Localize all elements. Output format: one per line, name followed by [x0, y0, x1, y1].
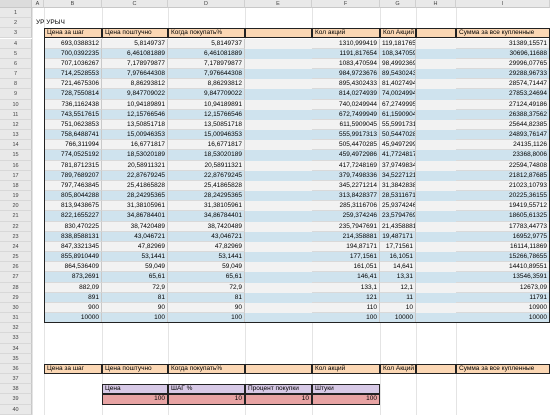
param-value-cell[interactable]: 10: [245, 394, 312, 405]
footer-header-cell[interactable]: Кол акций: [312, 363, 380, 375]
column-header-h[interactable]: H: [416, 0, 456, 8]
grid-line-vertical: [32, 8, 33, 415]
column-header-g[interactable]: G: [380, 0, 416, 8]
row-header-29[interactable]: 29: [0, 292, 32, 303]
footer-header-filler: [416, 363, 456, 375]
row-header-5[interactable]: 5: [0, 48, 32, 59]
param-value-cell[interactable]: 100: [312, 394, 380, 405]
row-header-10[interactable]: 10: [0, 99, 32, 110]
row-header-1[interactable]: 1: [0, 8, 32, 19]
param-header-cell[interactable]: Цена: [102, 384, 168, 395]
row-header-21[interactable]: 21: [0, 211, 32, 222]
row-header-7[interactable]: 7: [0, 69, 32, 80]
row-header-40[interactable]: 40: [0, 404, 32, 415]
row-header-16[interactable]: 16: [0, 160, 32, 171]
row-header-8[interactable]: 8: [0, 79, 32, 90]
footer-header-cell[interactable]: Цена поштучно: [102, 363, 168, 375]
param-header-cell[interactable]: ШАГ %: [168, 384, 245, 395]
row-header-4[interactable]: 4: [0, 38, 32, 49]
row-header-35[interactable]: 35: [0, 353, 32, 364]
footer-header-cell[interactable]: Сумма за все купленные: [456, 363, 550, 375]
row-header-17[interactable]: 17: [0, 170, 32, 181]
row-header-27[interactable]: 27: [0, 272, 32, 283]
select-all-corner[interactable]: [0, 0, 32, 8]
row-header-37[interactable]: 37: [0, 374, 32, 385]
row-header-26[interactable]: 26: [0, 262, 32, 273]
row-header-28[interactable]: 28: [0, 282, 32, 293]
row-header-23[interactable]: 23: [0, 231, 32, 242]
row-header-33[interactable]: 33: [0, 333, 32, 344]
param-value-cell[interactable]: 10: [168, 394, 245, 405]
column-header-b[interactable]: B: [44, 0, 102, 8]
row-header-3[interactable]: 3: [0, 28, 32, 39]
column-header-e[interactable]: E: [245, 0, 312, 8]
row-header-9[interactable]: 9: [0, 89, 32, 100]
row-header-15[interactable]: 15: [0, 150, 32, 161]
column-header-f[interactable]: F: [312, 0, 380, 8]
row-header-18[interactable]: 18: [0, 180, 32, 192]
row-header-25[interactable]: 25: [0, 252, 32, 263]
footer-header-cell[interactable]: Когда покупать%: [168, 363, 245, 375]
row-header-24[interactable]: 24: [0, 241, 32, 253]
footer-header-cell[interactable]: Кол Акций за раз: [380, 363, 416, 375]
row-header-34[interactable]: 34: [0, 343, 32, 354]
column-header-a[interactable]: A: [32, 0, 44, 8]
row-header-20[interactable]: 20: [0, 201, 32, 212]
row-header-19[interactable]: 19: [0, 191, 32, 202]
footer-header-filler: [245, 363, 312, 375]
row-header-2[interactable]: 2: [0, 18, 32, 29]
row-header-30[interactable]: 30: [0, 302, 32, 314]
spreadsheet: УР УРЫЧ A B C D E F G H I 1 2 3 4 5 6 7 8 9 10 11 12 13 14 15 16…: [0, 0, 550, 415]
row-header-36[interactable]: 36: [0, 363, 32, 375]
column-header-i[interactable]: I: [456, 0, 550, 8]
row-header-11[interactable]: 11: [0, 109, 32, 120]
param-header-cell[interactable]: Процент покупки: [245, 384, 312, 395]
row-header-31[interactable]: 31: [0, 313, 32, 324]
table-border: [44, 28, 550, 324]
row-header-39[interactable]: 39: [0, 394, 32, 405]
row-header-13[interactable]: 13: [0, 130, 32, 141]
param-value-cell[interactable]: 100: [102, 394, 168, 405]
footer-header-cell[interactable]: Цена за шаг: [44, 363, 102, 375]
column-header-d[interactable]: D: [168, 0, 245, 8]
row-header-38[interactable]: 38: [0, 384, 32, 395]
param-header-cell[interactable]: Штуки: [312, 384, 380, 395]
sheet-title[interactable]: УР УРЫЧ: [36, 19, 65, 26]
row-header-32[interactable]: 32: [0, 323, 32, 334]
row-header-14[interactable]: 14: [0, 140, 32, 151]
column-header-c[interactable]: C: [102, 0, 168, 8]
row-header-12[interactable]: 12: [0, 119, 32, 131]
row-header-6[interactable]: 6: [0, 58, 32, 69]
row-header-22[interactable]: 22: [0, 221, 32, 232]
